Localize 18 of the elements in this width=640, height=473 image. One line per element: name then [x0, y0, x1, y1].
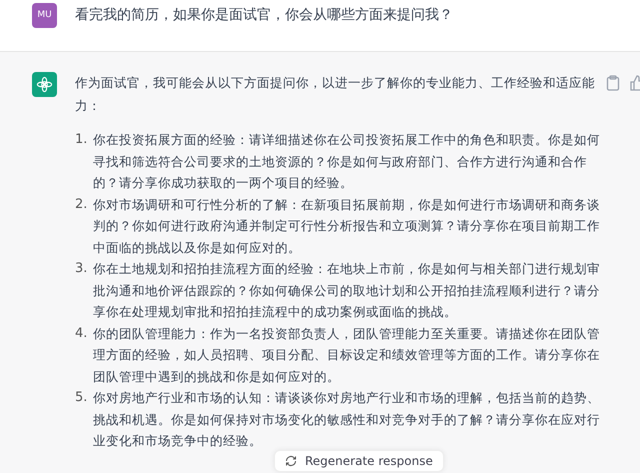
intro-text: 作为面试官，我可能会从以下方面提问你，以进一步了解你的专业能力、工作经验和适应能力：: [75, 74, 596, 115]
list-number: 3.: [75, 260, 88, 278]
clipboard-icon[interactable]: [606, 75, 620, 91]
list-item-text: 你的团队管理能力：作为一名投资部负责人，团队管理能力至关重要。请描述你在团队管理方面的经验，如人员招聘、项目分配、目标设定和绩效管理等方面的工作。请分享你在团队管理中遇到的挑战和你是如何应对的。: [93, 324, 601, 386]
regenerate-button[interactable]: Regenerate response: [274, 450, 444, 472]
flower-icon: [36, 76, 53, 93]
list-item-text: 你在投资拓展方面的经验：请详细描述你在公司投资拓展工作中的角色和职责。你是如何寻找和筛选符合公司要求的土地资源的？你是如何与政府部门、合作方进行沟通和合作的？请分享你成功获取的一两个项目的经验。: [93, 131, 601, 192]
user-message-text: 看完我的简历，如果你是面试官，你会从哪些方面来提问我？: [75, 6, 453, 25]
refresh-icon: [285, 455, 297, 467]
list-item-text: 你对市场调研和可行性分析的了解：在新项目拓展前期，你是如何进行市场调研和商务谈判的？你如何进行政府沟通并制定可行性分析报告和立项测算？请分享你在项目前期工作中面临的挑战以及你是如何应对的。: [93, 196, 601, 256]
list-number: 4.: [75, 324, 88, 342]
list-item-text: 你在土地规划和招拍挂流程方面的经验：在地块上市前，你是如何与相关部门进行规划审批沟通和地价评估跟踪的？你如何确保公司的取地计划和公开招拍挂流程顺利进行？请分享你在处理规划审批和招拍挂流程中的成功案例或面临的挑战。: [93, 260, 601, 321]
list-number: 5.: [75, 389, 88, 407]
user-avatar: MU: [32, 3, 57, 28]
thumbs-up-icon[interactable]: [630, 75, 640, 91]
list-item-text: 你对房地产行业和市场的认知：请谈谈你对房地产行业和市场的理解，包括当前的趋势、挑战和机遇。你是如何保持对市场变化的敏感性和对竞争对手的了解？请分享你在应对行业变化和市场竞争中的经验。: [93, 389, 601, 450]
list-number: 1.: [75, 131, 88, 149]
list-number: 2.: [75, 196, 88, 214]
